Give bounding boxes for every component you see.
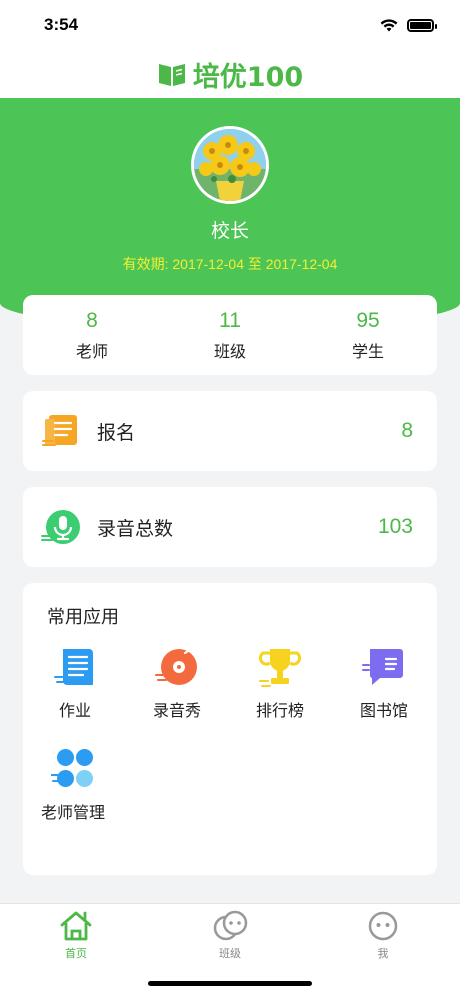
app-library[interactable]: 图书馆 xyxy=(334,645,434,721)
app-homework[interactable]: 作业 xyxy=(25,645,125,721)
signup-count: 8 xyxy=(401,419,413,442)
home-indicator[interactable] xyxy=(148,981,312,986)
status-icons xyxy=(379,18,437,32)
app-leaderboard[interactable]: 排行榜 xyxy=(230,645,330,721)
status-bar: 3:54 xyxy=(0,0,460,50)
home-icon xyxy=(60,911,92,941)
stat-classes[interactable]: 11 班级 xyxy=(161,295,299,375)
common-apps-title: 常用应用 xyxy=(47,607,119,628)
signup-row[interactable]: 报名 8 xyxy=(23,391,437,471)
tab-label: 班级 xyxy=(219,947,241,960)
app-label: 排行榜 xyxy=(255,701,304,720)
flower-avatar-image xyxy=(194,129,266,201)
logo-text: 培优100 xyxy=(192,61,304,93)
stat-label: 老师 xyxy=(75,341,108,361)
stat-label: 班级 xyxy=(213,341,246,361)
tab-me[interactable]: 我 xyxy=(333,910,433,961)
microphone-icon xyxy=(41,510,80,544)
library-icon xyxy=(362,649,403,685)
signup-form-icon xyxy=(42,415,77,446)
validity-period: 有效期: 2017-12-04 至 2017-12-04 xyxy=(122,256,338,272)
stat-value: 95 xyxy=(356,309,380,333)
wifi-icon xyxy=(380,19,398,32)
profile-icon xyxy=(368,911,398,941)
stat-value: 11 xyxy=(219,309,241,333)
common-apps-card: 常用应用 作业 录音秀 排行榜 图书馆 老师管理 xyxy=(23,583,437,875)
recordings-row[interactable]: 录音总数 103 xyxy=(23,487,437,567)
app-teacher-management[interactable]: 老师管理 xyxy=(23,747,123,823)
stat-students[interactable]: 95 学生 xyxy=(299,295,437,375)
app-header: 培优100 xyxy=(0,50,460,98)
user-name: 校长 xyxy=(210,220,249,242)
record-show-icon xyxy=(155,647,197,685)
book-logo-icon xyxy=(158,64,185,86)
stat-label: 学生 xyxy=(351,341,384,361)
stat-value: 8 xyxy=(86,309,98,333)
stats-card: 8 老师 11 班级 95 学生 xyxy=(23,295,437,375)
battery-icon xyxy=(407,18,437,32)
avatar[interactable] xyxy=(191,126,269,204)
tab-class[interactable]: 班级 xyxy=(180,910,280,961)
trophy-icon xyxy=(258,649,302,687)
recordings-count: 103 xyxy=(377,515,413,538)
app-label: 作业 xyxy=(58,701,91,720)
app-label: 老师管理 xyxy=(40,803,105,822)
tab-label: 首页 xyxy=(65,947,87,960)
app-record-show[interactable]: 录音秀 xyxy=(127,645,227,721)
app-label: 录音秀 xyxy=(152,701,201,720)
stat-teachers[interactable]: 8 老师 xyxy=(23,295,161,375)
class-icon xyxy=(213,910,248,941)
tab-label: 我 xyxy=(377,947,389,960)
teacher-management-icon xyxy=(51,749,93,787)
homework-icon xyxy=(54,649,93,685)
signup-label: 报名 xyxy=(97,421,136,444)
app-label: 图书馆 xyxy=(359,701,408,720)
recordings-label: 录音总数 xyxy=(97,517,174,540)
tab-home[interactable]: 首页 xyxy=(26,910,126,961)
status-time: 3:54 xyxy=(44,15,79,34)
